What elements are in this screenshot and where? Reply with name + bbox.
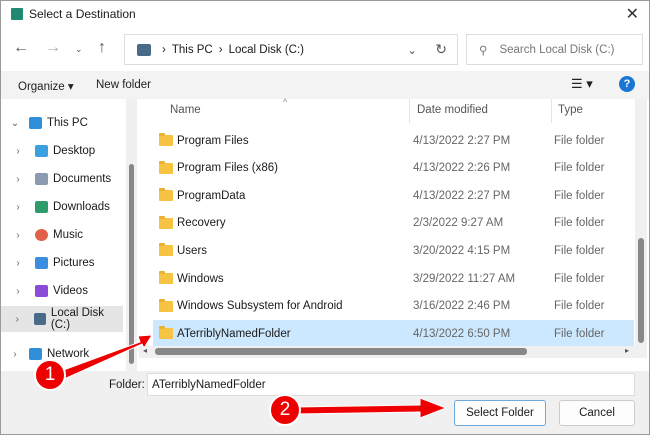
step-2-badge: 2 [269,394,301,426]
arrow-1 [57,334,153,381]
annotation-arrows [57,334,448,419]
step-1-badge: 1 [34,359,66,391]
arrow-2 [294,397,448,419]
